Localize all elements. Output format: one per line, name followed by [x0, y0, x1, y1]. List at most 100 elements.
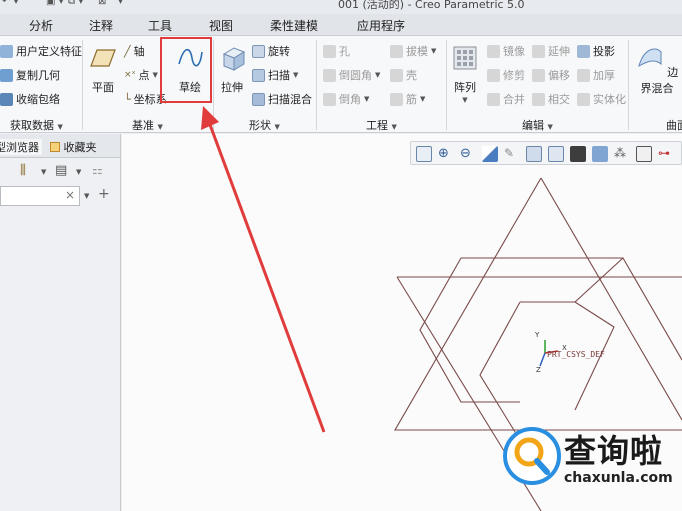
shell-button[interactable]: 壳	[390, 67, 417, 83]
sweep-label: 扫描	[268, 69, 290, 82]
revolve-button[interactable]: 旋转	[252, 43, 290, 59]
annotation-display-icon[interactable]	[636, 146, 652, 162]
group-label-editing[interactable]: 编辑 ▼	[522, 117, 553, 133]
draft-icon	[390, 44, 403, 58]
hole-icon	[323, 44, 336, 58]
copy-geometry-label: 复制几何	[16, 69, 60, 82]
zoom-out-icon[interactable]: ⊖	[460, 146, 476, 162]
tab-applications[interactable]: 应用程序	[357, 17, 405, 34]
merge-button[interactable]: 合并	[487, 91, 525, 107]
tab-favorites[interactable]: 收藏夹	[50, 139, 97, 155]
axis-label: 轴	[133, 45, 145, 58]
group-label-datum[interactable]: 基准 ▼	[132, 117, 163, 133]
show-icon[interactable]: ▤	[55, 163, 67, 178]
tab-flexible-modeling[interactable]: 柔性建模	[270, 17, 318, 34]
regenerate-icon[interactable]: ▣ ▾	[46, 0, 64, 7]
sweep-icon	[252, 68, 265, 82]
rib-icon	[390, 92, 403, 106]
swept-blend-button[interactable]: 扫描混合	[252, 91, 312, 107]
favorites-label: 收藏夹	[63, 141, 97, 154]
solidify-label: 实体化	[593, 93, 626, 106]
datum-display-icon[interactable]: ⁂	[614, 146, 630, 162]
extend-label: 延伸	[548, 45, 570, 58]
trim-button[interactable]: 修剪	[487, 67, 525, 83]
mirror-icon	[487, 44, 500, 58]
display-style-icon[interactable]	[570, 146, 586, 162]
project-button[interactable]: 投影	[577, 43, 615, 59]
saved-views-icon[interactable]	[526, 146, 542, 162]
trim-label: 修剪	[503, 69, 525, 82]
pattern-button[interactable]: 阵列 ▼	[450, 44, 480, 104]
mirror-label: 镜像	[503, 45, 525, 58]
refit-icon[interactable]	[416, 146, 432, 162]
customize-toolbar-icon[interactable]: ▾	[118, 0, 123, 7]
mirror-button[interactable]: 镜像	[487, 43, 525, 59]
user-defined-feature-button[interactable]: 用户定义特征	[0, 43, 82, 59]
offset-label: 偏移	[548, 69, 570, 82]
udf-label: 用户定义特征	[16, 45, 82, 58]
repaint-icon[interactable]	[482, 146, 498, 162]
favorites-icon	[50, 142, 60, 152]
perspective-icon[interactable]	[592, 146, 608, 162]
extrude-icon	[222, 47, 246, 71]
extrude-button[interactable]: 拉伸	[217, 44, 247, 95]
filter-icon[interactable]: ⚏	[92, 163, 103, 177]
spin-center-icon[interactable]: ⊶	[658, 146, 674, 162]
plane-icon	[90, 49, 116, 67]
undo-icon[interactable]: ↶ ▾	[2, 0, 19, 7]
close-window-icon[interactable]: ⊠	[98, 0, 106, 7]
title-bar: ↶ ▾ ▣ ▾ ⧉ ▾ ⊠ ▾ 001 (活动的) - Creo Paramet…	[0, 0, 682, 14]
view-manager-icon[interactable]	[548, 146, 564, 162]
draft-button[interactable]: 拔模 ▼	[390, 43, 436, 59]
windows-icon[interactable]: ⧉ ▾	[68, 0, 83, 7]
round-button[interactable]: 倒圆角 ▼	[323, 67, 380, 83]
extrude-label: 拉伸	[221, 81, 243, 94]
group-separator	[446, 40, 447, 130]
group-label-engineering[interactable]: 工程 ▼	[366, 117, 397, 133]
tab-model-tree[interactable]: 型浏览器	[0, 139, 42, 155]
csys-name-label: PRT_CSYS_DEF	[547, 350, 605, 359]
chamfer-button[interactable]: 倒角 ▼	[323, 91, 369, 107]
navigator-toolbar: ⫼ ▼ ▤ ▼ ⚏	[20, 163, 103, 178]
swept-blend-label: 扫描混合	[268, 93, 312, 106]
point-button[interactable]: ×ˣ 点 ▼	[124, 67, 158, 83]
tree-settings-icon[interactable]: ⫼	[20, 163, 26, 178]
project-icon	[577, 44, 590, 58]
watermark-logo-icon	[503, 427, 561, 485]
rib-button[interactable]: 筋 ▼	[390, 91, 425, 107]
offset-button[interactable]: 偏移	[532, 67, 570, 83]
offset-icon	[532, 68, 545, 82]
reorient-icon[interactable]: ✎	[504, 146, 520, 162]
tree-search-input[interactable]: ×	[0, 186, 80, 206]
solidify-button[interactable]: 实体化	[577, 91, 626, 107]
shrinkwrap-button[interactable]: 收缩包络	[0, 91, 60, 107]
group-label-shapes[interactable]: 形状 ▼	[249, 117, 280, 133]
group-label-surfaces[interactable]: 曲面	[666, 117, 682, 133]
group-separator	[316, 40, 317, 130]
draft-label: 拔模	[406, 45, 428, 58]
sketch-highlight-box	[160, 37, 212, 103]
extend-button[interactable]: 延伸	[532, 43, 570, 59]
clear-search-icon[interactable]: ×	[65, 188, 75, 202]
tab-tools[interactable]: 工具	[148, 17, 172, 34]
tab-annotate[interactable]: 注释	[89, 17, 113, 34]
thicken-button[interactable]: 加厚	[577, 67, 615, 83]
plane-button[interactable]: 平面	[88, 44, 118, 95]
axis-button[interactable]: ╱ 轴	[124, 43, 145, 59]
zoom-in-icon[interactable]: ⊕	[438, 146, 454, 162]
revolve-icon	[252, 44, 265, 58]
search-options-icon[interactable]: ▼	[84, 192, 89, 200]
watermark-brand: 查询啦	[564, 432, 664, 470]
tab-view[interactable]: 视图	[209, 17, 233, 34]
tab-analysis[interactable]: 分析	[29, 17, 53, 34]
intersect-icon	[532, 92, 545, 106]
hole-button[interactable]: 孔	[323, 43, 350, 59]
group-separator	[82, 40, 83, 130]
intersect-button[interactable]: 相交	[532, 91, 570, 107]
sweep-button[interactable]: 扫描 ▼	[252, 67, 298, 83]
add-icon[interactable]: +	[98, 186, 110, 202]
group-label-get-data[interactable]: 获取数据 ▼	[10, 117, 63, 133]
copy-geometry-icon	[0, 68, 13, 82]
copy-geometry-button[interactable]: 复制几何	[0, 67, 60, 83]
boundary-blend-button[interactable]: 边界混合	[632, 44, 682, 96]
